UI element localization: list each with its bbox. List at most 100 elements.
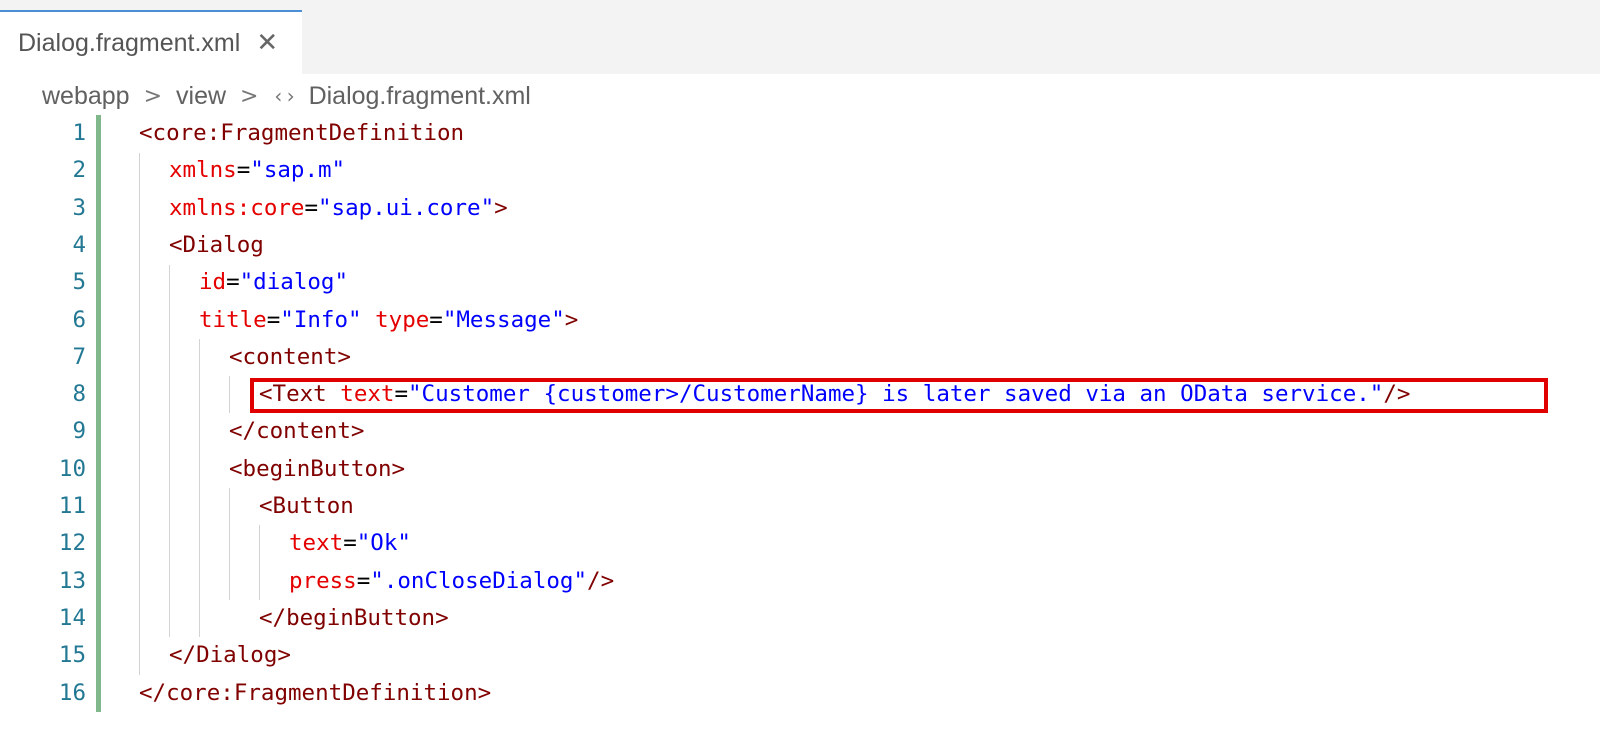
code-token: text [289,530,344,557]
code-token: title [199,306,267,333]
line-number: 13 [58,567,86,594]
code-token: /> [1383,381,1411,408]
code-token: "dialog" [239,269,349,296]
code-line[interactable]: 16 </core:FragmentDefinition> [0,675,1600,712]
code-editor[interactable]: 1 <core:FragmentDefinition 2 xmlns="sap.m" 3… [0,115,1600,737]
code-line[interactable]: 15 </Dialog> [0,637,1600,674]
line-code: <core:FragmentDefinition [139,115,464,152]
code-line[interactable]: 13 press=".onCloseDialog"/> [0,563,1600,600]
code-token: </beginButton> [259,604,449,631]
code-token: = [356,567,371,594]
code-token: > [494,194,508,221]
tab-dialog-fragment[interactable]: Dialog.fragment.xml ✕ [0,10,302,74]
code-token: = [343,530,357,557]
line-code: </content> [229,413,364,450]
code-token: "Customer {customer>/CustomerName} is la… [408,381,1384,408]
code-line[interactable]: 1 <core:FragmentDefinition [0,115,1600,152]
code-line[interactable]: 9 </content> [0,413,1600,450]
tab-bar: Dialog.fragment.xml ✕ [0,0,1600,74]
code-token: "sap.m" [250,157,346,184]
code-token: press [289,567,357,594]
code-token: </core:FragmentDefinition> [139,679,492,706]
code-line[interactable]: 2 xmlns="sap.m" [0,152,1600,189]
code-token: text [340,381,395,408]
breadcrumb: webapp > view > ‹› Dialog.fragment.xml [42,78,531,114]
line-code: id="dialog" [199,264,348,301]
line-number: 14 [58,604,86,631]
line-number: 8 [72,381,86,408]
code-token: = [429,306,443,333]
chevron-right-icon: > [143,83,163,109]
code-token: <core:FragmentDefinition [139,120,465,146]
code-token: <content> [229,343,351,370]
code-token: = [266,306,281,333]
code-token: = [226,269,240,296]
code-token: <Button [259,493,354,519]
line-code: </beginButton> [259,600,449,637]
line-number: 15 [58,642,86,669]
line-number: 12 [58,530,86,557]
breadcrumb-item-webapp[interactable]: webapp [42,82,130,111]
code-token: type [375,306,430,333]
code-line[interactable]: 8 <Text text="Customer {customer>/Custome… [0,376,1600,413]
code-token: "Ok" [356,530,411,557]
line-number: 5 [72,269,86,296]
code-token: ".onCloseDialog" [370,567,588,594]
line-number: 3 [72,194,86,221]
code-token: </Dialog> [169,642,291,669]
code-line[interactable]: 3 xmlns:core="sap.ui.core"> [0,190,1600,227]
line-code: </Dialog> [169,637,291,674]
code-token: "sap.ui.core" [318,194,495,221]
code-line[interactable]: 4 <Dialog [0,227,1600,264]
code-token: = [304,194,319,221]
line-number: 7 [72,343,86,370]
breadcrumb-item-file[interactable]: Dialog.fragment.xml [309,82,531,111]
line-number: 9 [72,418,86,445]
code-token: = [236,157,251,184]
line-number: 16 [58,679,86,706]
line-number: 11 [58,493,86,519]
line-number: 6 [72,306,86,333]
line-code: <beginButton> [229,451,405,488]
code-token: </content> [229,418,365,445]
line-number: 1 [72,120,86,146]
code-line[interactable]: 7 <content> [0,339,1600,376]
line-number: 2 [72,157,86,184]
code-line[interactable]: 6 title="Info" type="Message"> [0,302,1600,339]
code-line[interactable]: 5 id="dialog" [0,264,1600,301]
code-line[interactable]: 11 <Button [0,488,1600,525]
line-code: xmlns="sap.m" [169,152,345,189]
code-token: <beginButton> [229,455,406,482]
code-token: = [394,381,409,408]
code-token: xmlns [169,157,237,184]
close-icon[interactable]: ✕ [256,30,278,56]
code-token: <Dialog [169,231,264,258]
line-code: <content> [229,339,351,376]
code-line[interactable]: 14 </beginButton> [0,600,1600,637]
line-code: <Button [259,488,354,525]
code-token: xmlns:core [169,194,305,221]
code-token: id [199,269,227,296]
breadcrumb-item-view[interactable]: view [176,82,226,111]
line-number: 4 [72,231,86,258]
code-file-icon: ‹› [272,84,297,108]
code-token: "Message" [442,306,565,333]
code-token: /> [587,567,615,594]
line-code: xmlns:core="sap.ui.core"> [169,190,508,227]
tab-label: Dialog.fragment.xml [18,28,241,57]
code-token: <Text [259,381,327,408]
line-code: <Dialog [169,227,264,264]
chevron-right-icon: > [240,83,259,109]
line-number: 10 [58,455,86,482]
line-code: <Text text="Customer {customer>/Customer… [259,376,1410,413]
code-token: > [564,306,579,333]
line-code: text="Ok" [289,525,411,562]
line-code: press=".onCloseDialog"/> [289,563,614,600]
code-line[interactable]: 10 <beginButton> [0,451,1600,488]
line-code: title="Info" type="Message"> [199,302,578,339]
line-code: </core:FragmentDefinition> [139,675,491,712]
code-line[interactable]: 12 text="Ok" [0,525,1600,562]
code-token: "Info" [280,306,362,333]
